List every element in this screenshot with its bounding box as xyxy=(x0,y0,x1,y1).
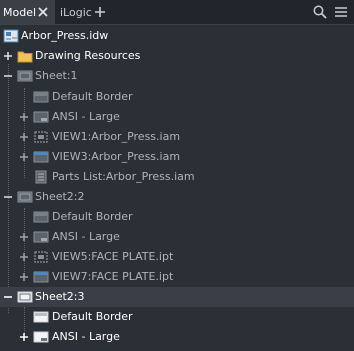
tree-node-label: Arbor_Press.idw xyxy=(21,29,109,42)
tab-model[interactable]: Model xyxy=(0,0,55,24)
tab-ilogic[interactable]: iLogic xyxy=(60,0,92,24)
collapse-minus-icon[interactable] xyxy=(2,291,14,303)
tree-node-label: VIEW5:FACE PLATE.ipt xyxy=(52,250,174,263)
tab-ilogic-label: iLogic xyxy=(60,5,92,19)
tree-node-label: Sheet2:3 xyxy=(35,290,85,303)
collapse-minus-icon[interactable] xyxy=(2,191,14,203)
tree-node-view5[interactable]: VIEW5:FACE PLATE.ipt xyxy=(0,247,354,267)
border-icon xyxy=(33,311,49,323)
tree-node-label: VIEW7:FACE PLATE.ipt xyxy=(52,270,174,283)
expand-plus-icon[interactable] xyxy=(2,50,14,62)
tree-node-label: VIEW1:Arbor_Press.iam xyxy=(52,130,181,143)
tree-node-default-border[interactable]: Default Border xyxy=(0,207,354,227)
expand-plus-icon[interactable] xyxy=(18,231,30,243)
expand-plus-icon[interactable] xyxy=(18,131,30,143)
border-icon xyxy=(33,211,49,223)
tree-node-view3[interactable]: VIEW3:Arbor_Press.iam xyxy=(0,147,354,167)
sheet-icon xyxy=(17,191,33,203)
expand-plus-icon[interactable] xyxy=(18,251,30,263)
drawing-view-icon xyxy=(33,271,49,283)
drawing-view-icon xyxy=(33,151,49,163)
collapse-minus-icon[interactable] xyxy=(2,70,14,82)
browser-tab-bar: Model iLogic xyxy=(0,0,354,25)
tree-node-title-block[interactable]: ANSI - Large xyxy=(0,327,354,347)
plus-icon[interactable] xyxy=(94,6,106,18)
sheet-icon xyxy=(17,291,33,303)
border-icon xyxy=(33,91,49,103)
tree-node-label: Default Border xyxy=(52,90,133,103)
drawing-view-icon xyxy=(34,131,48,143)
expand-plus-icon[interactable] xyxy=(18,271,30,283)
expand-plus-icon[interactable] xyxy=(18,331,30,343)
close-icon[interactable] xyxy=(37,6,49,18)
tree-node-view1[interactable]: VIEW1:Arbor_Press.iam xyxy=(0,127,354,147)
tab-model-label: Model xyxy=(3,5,37,19)
tree-node-label: Default Border xyxy=(52,210,133,223)
folder-icon xyxy=(17,51,33,63)
model-browser-tree: Arbor_Press.idw Drawing Resources Sheet:… xyxy=(0,24,354,351)
tree-node-title-block[interactable]: ANSI - Large xyxy=(0,107,354,127)
tree-node-view7[interactable]: VIEW7:FACE PLATE.ipt xyxy=(0,267,354,287)
title-block-icon xyxy=(33,111,49,123)
tree-node-drawing-resources[interactable]: Drawing Resources xyxy=(0,46,354,66)
tree-node-label: Drawing Resources xyxy=(35,49,141,62)
tree-node-drawing[interactable]: Arbor_Press.idw xyxy=(0,26,354,46)
tree-node-label: ANSI - Large xyxy=(52,110,120,123)
drawing-view-icon xyxy=(34,251,48,263)
tree-node-title-block[interactable]: ANSI - Large xyxy=(0,227,354,247)
drawing-file-icon xyxy=(3,29,19,43)
tree-node-sheet-1[interactable]: Sheet:1 xyxy=(0,66,354,86)
expand-plus-icon[interactable] xyxy=(18,151,30,163)
tree-node-parts-list[interactable]: Parts List:Arbor_Press.iam xyxy=(0,167,354,187)
tree-node-sheet-2[interactable]: Sheet2:2 xyxy=(0,187,354,207)
tree-node-label: Parts List:Arbor_Press.iam xyxy=(52,170,195,183)
parts-list-icon xyxy=(35,170,47,184)
tree-node-label: ANSI - Large xyxy=(52,330,120,343)
tree-node-default-border[interactable]: Default Border xyxy=(0,87,354,107)
expand-plus-icon[interactable] xyxy=(18,111,30,123)
tree-node-label: ANSI - Large xyxy=(52,230,120,243)
tree-node-label: Default Border xyxy=(52,310,133,323)
title-block-icon xyxy=(33,231,49,243)
tree-node-label: Sheet2:2 xyxy=(35,190,85,203)
hamburger-menu-icon[interactable] xyxy=(334,5,348,19)
tree-node-sheet-3[interactable]: Sheet2:3 xyxy=(0,287,354,307)
tree-node-label: Sheet:1 xyxy=(35,69,78,82)
tree-node-label: VIEW3:Arbor_Press.iam xyxy=(52,150,181,163)
sheet-icon xyxy=(17,70,33,82)
search-icon[interactable] xyxy=(313,5,327,19)
tree-node-default-border[interactable]: Default Border xyxy=(0,307,354,327)
title-block-icon xyxy=(33,331,49,343)
